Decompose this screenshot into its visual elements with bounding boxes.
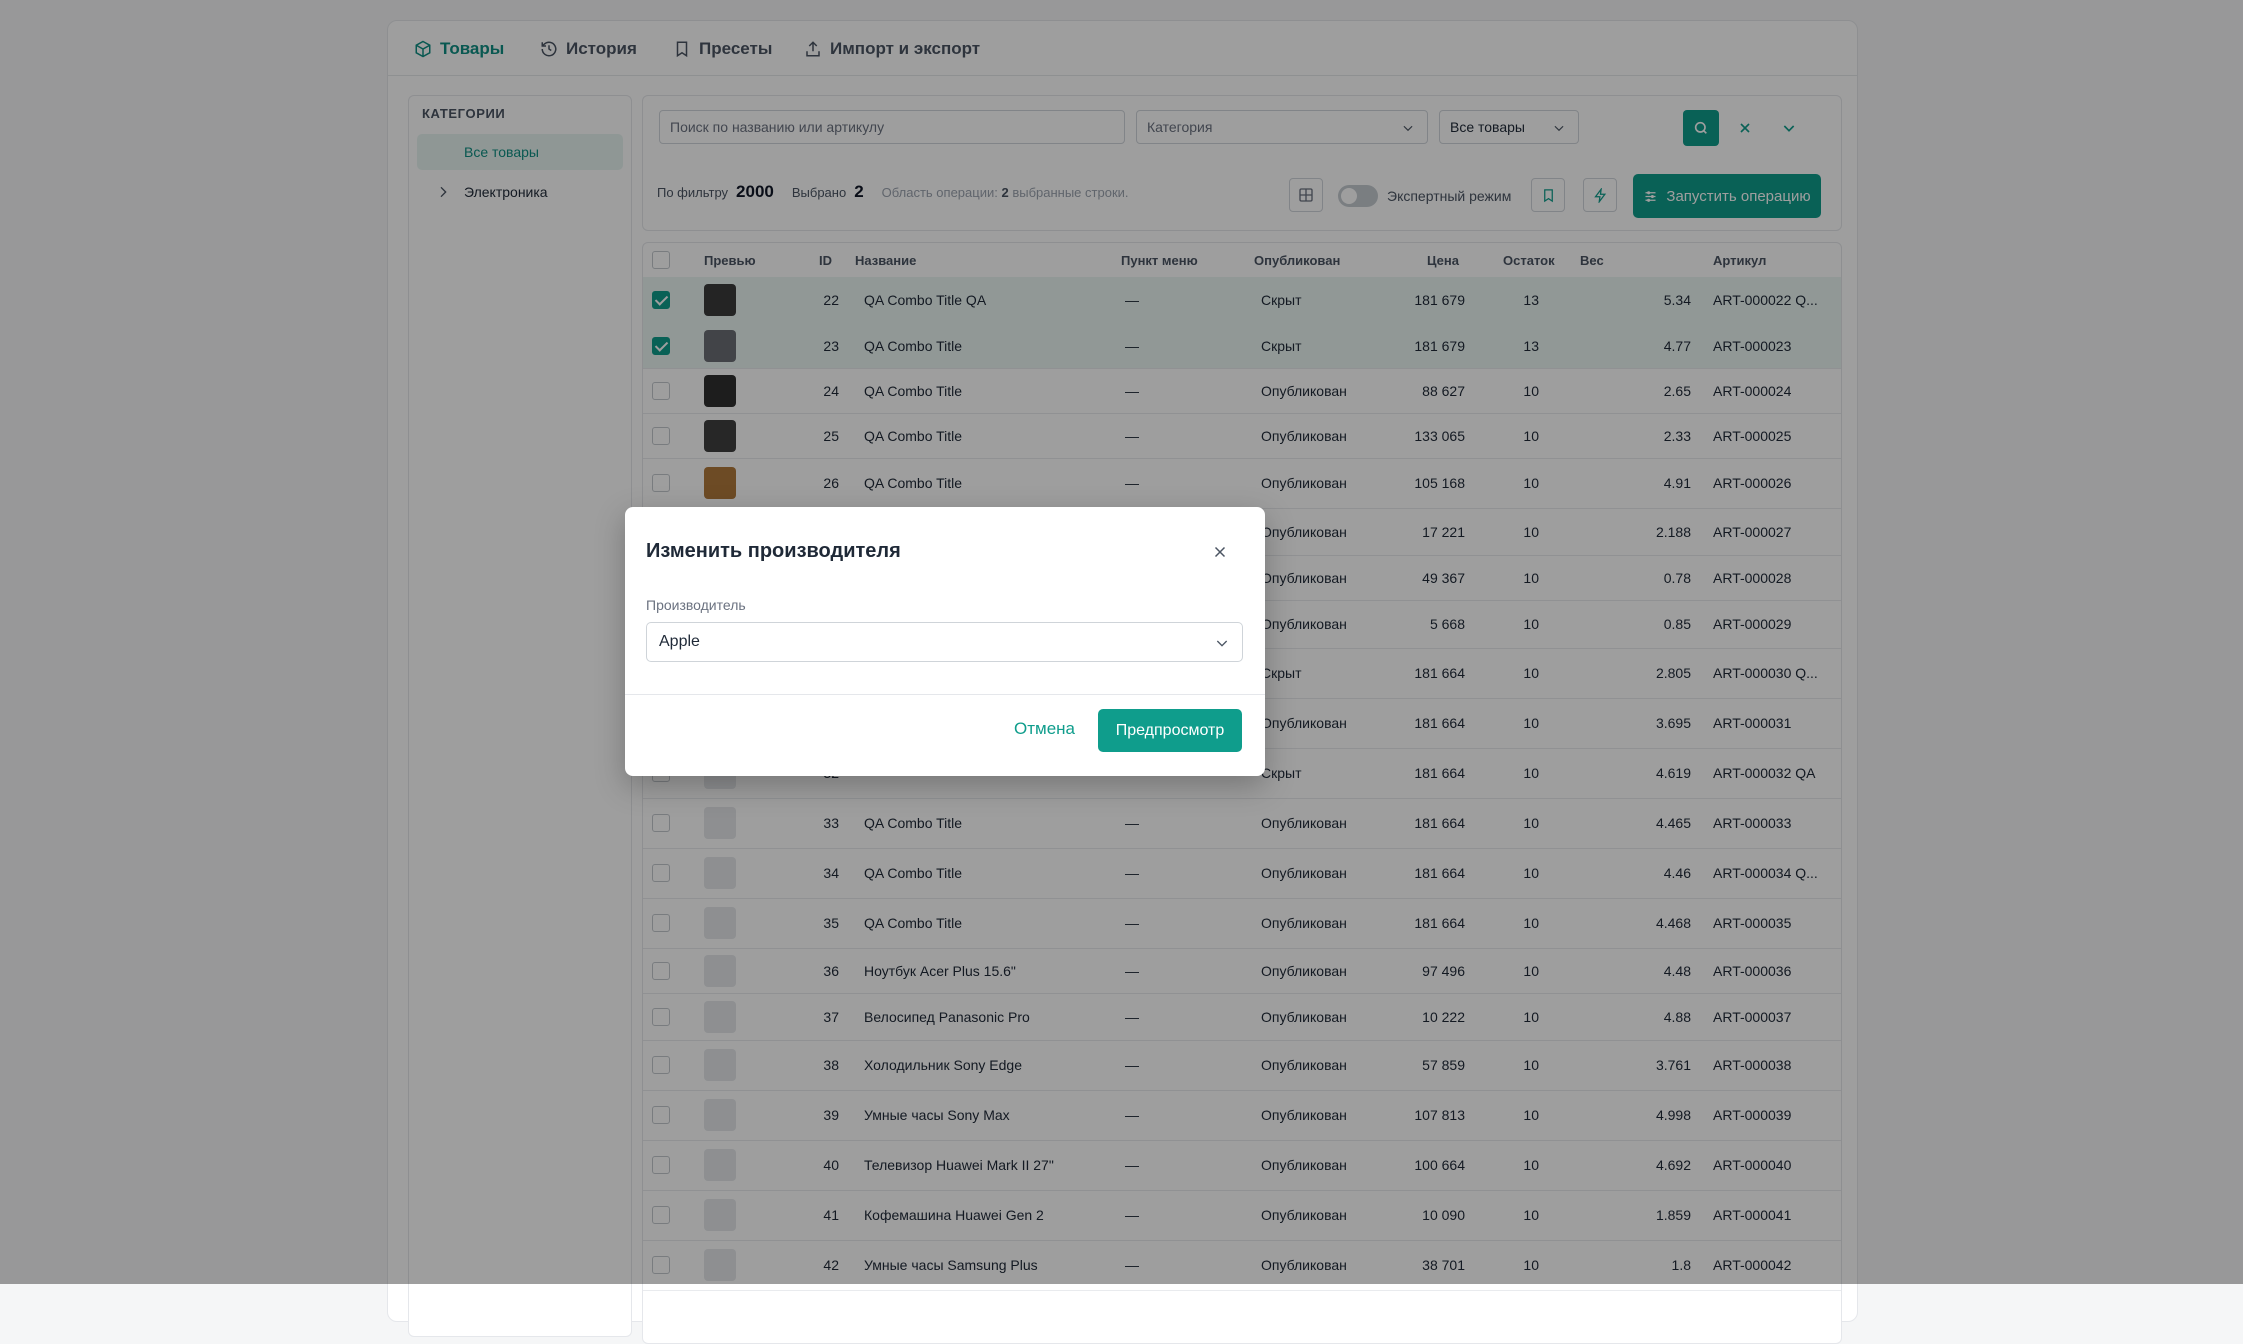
manufacturer-field-label: Производитель (646, 597, 746, 613)
preview-button[interactable]: Предпросмотр (1098, 709, 1242, 752)
dialog-divider (625, 694, 1265, 695)
manufacturer-value: Apple (659, 633, 700, 650)
close-dialog-button[interactable] (1207, 539, 1233, 565)
close-icon (1214, 546, 1226, 558)
chevron-down-icon (1216, 640, 1228, 647)
cancel-button[interactable]: Отмена (1014, 719, 1075, 739)
dialog-title: Изменить производителя (646, 540, 901, 562)
manufacturer-select[interactable]: Apple (646, 622, 1243, 662)
change-manufacturer-dialog: Изменить производителя Производитель App… (625, 507, 1265, 776)
